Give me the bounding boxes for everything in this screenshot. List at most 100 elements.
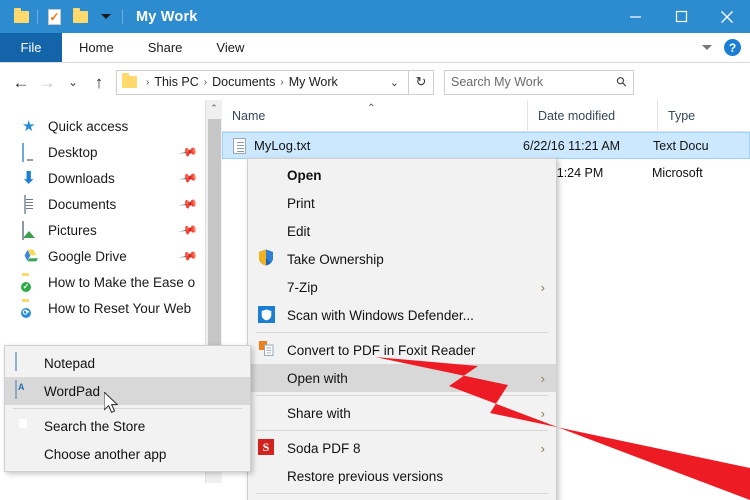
star-icon: ★: [22, 118, 39, 135]
file-type-cell: Text Docu: [653, 139, 748, 153]
submenu-item-choose-another-app[interactable]: Choose another app: [5, 440, 250, 468]
folder-sync-icon: ⟳: [22, 300, 39, 317]
no-icon: [258, 221, 278, 241]
table-row[interactable]: MyLog.txt 6/22/16 11:21 AM Text Docu: [222, 132, 750, 159]
close-icon[interactable]: [704, 0, 750, 33]
context-menu-item-soda-pdf-8[interactable]: S Soda PDF 8 ›: [248, 434, 556, 462]
notepad-icon: [15, 353, 35, 373]
no-icon: [258, 277, 278, 297]
submenu-label: Notepad: [44, 356, 95, 371]
quick-access-toolbar: [0, 0, 126, 33]
tab-view[interactable]: View: [199, 33, 261, 62]
ribbon-tabs: File Home Share View ?: [0, 33, 750, 63]
properties-icon[interactable]: [41, 4, 67, 30]
context-menu-item-restore-previous-versions[interactable]: Restore previous versions: [248, 462, 556, 490]
toolbar-divider: [122, 10, 123, 24]
window-title: My Work: [136, 9, 198, 25]
context-menu-label: Print: [287, 196, 315, 211]
breadcrumb-this-pc[interactable]: This PC: [154, 75, 198, 89]
maximize-icon[interactable]: [658, 0, 704, 33]
tab-file[interactable]: File: [0, 33, 62, 62]
minimize-icon[interactable]: [612, 0, 658, 33]
customize-caret-icon[interactable]: [93, 4, 119, 30]
mouse-cursor-icon: [104, 392, 121, 421]
context-menu-item-7-zip[interactable]: 7-Zip ›: [248, 273, 556, 301]
file-name-cell[interactable]: MyLog.txt: [223, 138, 523, 154]
desktop-icon: [22, 144, 39, 161]
sidebar-item-label: Documents: [48, 197, 116, 212]
sidebar-item-label: Downloads: [48, 171, 115, 186]
pictures-icon: [22, 222, 39, 239]
context-menu-item-convert-pdf-foxit[interactable]: Convert to PDF in Foxit Reader: [248, 336, 556, 364]
sidebar-item-downloads[interactable]: ⬇ Downloads 📌: [0, 165, 222, 191]
submenu-item-search-the-store[interactable]: Search the Store: [5, 412, 250, 440]
file-date-cell: 6/22/16 11:21 AM: [523, 139, 653, 153]
pin-icon[interactable]: 📌: [178, 220, 198, 240]
context-menu-item-print[interactable]: Print: [248, 189, 556, 217]
forward-button[interactable]: →: [34, 69, 60, 95]
scroll-up-icon[interactable]: ⌃: [206, 100, 222, 117]
toolbar-divider: [37, 10, 38, 24]
breadcrumb-my-work[interactable]: My Work: [289, 75, 338, 89]
context-menu-label: Share with: [287, 406, 351, 421]
sidebar-item-google-drive[interactable]: Google Drive 📌: [0, 243, 222, 269]
sidebar-item-label: Desktop: [48, 145, 98, 160]
sidebar-item-label: How to Make the Ease o: [48, 275, 195, 290]
context-menu-label: 7-Zip: [287, 280, 318, 295]
help-icon[interactable]: ?: [724, 39, 741, 56]
pin-icon[interactable]: 📌: [178, 142, 198, 162]
uac-shield-icon: [258, 249, 278, 269]
up-icon: ↑: [95, 74, 104, 91]
context-menu: Open Print Edit Take Ownership: [247, 158, 557, 500]
pin-icon[interactable]: 📌: [178, 246, 198, 266]
submenu-label: WordPad: [44, 384, 100, 399]
sidebar-item-desktop[interactable]: Desktop 📌: [0, 139, 222, 165]
tab-share[interactable]: Share: [131, 33, 200, 62]
window-controls: [612, 0, 750, 33]
submenu-item-wordpad[interactable]: WordPad: [5, 377, 250, 405]
submenu-item-notepad[interactable]: Notepad: [5, 349, 250, 377]
column-header-date-modified[interactable]: Date modified: [527, 100, 657, 131]
recent-locations-button[interactable]: ⌄: [60, 69, 86, 95]
context-menu-item-edit[interactable]: Edit: [248, 217, 556, 245]
up-button[interactable]: ↑: [86, 69, 112, 95]
folder-icon[interactable]: [67, 4, 93, 30]
context-menu-item-open[interactable]: Open: [248, 161, 556, 189]
folder-icon: [122, 76, 137, 88]
menu-divider: [256, 332, 548, 333]
breadcrumb[interactable]: › This PC › Documents › My Work ⌄: [116, 70, 409, 95]
sidebar-item-how-to-make-ease[interactable]: ✓ How to Make the Ease o: [0, 269, 222, 295]
submenu-label: Choose another app: [44, 447, 166, 462]
title-bar: My Work: [0, 0, 750, 33]
back-button[interactable]: ←: [8, 69, 34, 95]
folder-icon[interactable]: [8, 4, 34, 30]
context-menu-item-take-ownership[interactable]: Take Ownership: [248, 245, 556, 273]
search-input[interactable]: [451, 75, 617, 89]
context-menu-label: Convert to PDF in Foxit Reader: [287, 343, 475, 358]
search-box[interactable]: ⚲: [444, 70, 634, 95]
column-header-name[interactable]: Name ⌃: [222, 100, 527, 131]
context-menu-label: Open with: [287, 371, 348, 386]
sidebar-item-quick-access[interactable]: ★ Quick access: [0, 113, 222, 139]
chevron-down-icon[interactable]: [702, 45, 712, 50]
sidebar-item-pictures[interactable]: Pictures 📌: [0, 217, 222, 243]
sidebar-item-documents[interactable]: Documents 📌: [0, 191, 222, 217]
pin-icon[interactable]: 📌: [178, 168, 198, 188]
foxit-reader-icon: [258, 340, 278, 360]
column-header-type[interactable]: Type: [657, 100, 750, 131]
refresh-icon[interactable]: ↻: [409, 70, 434, 95]
windows-store-icon: [15, 416, 35, 436]
context-menu-item-scan-defender[interactable]: Scan with Windows Defender...: [248, 301, 556, 329]
sidebar-item-how-to-reset-web[interactable]: ⟳ How to Reset Your Web: [0, 295, 222, 321]
no-icon: [258, 165, 278, 185]
chevron-right-icon: ›: [541, 280, 545, 295]
text-file-icon: [233, 138, 246, 154]
file-name-label: MyLog.txt: [254, 138, 310, 153]
context-menu-item-open-with[interactable]: Open with ›: [248, 364, 556, 392]
pin-icon[interactable]: 📌: [178, 194, 198, 214]
tab-home[interactable]: Home: [62, 33, 131, 62]
sidebar-item-label: How to Reset Your Web: [48, 301, 191, 316]
context-menu-item-share-with[interactable]: Share with ›: [248, 399, 556, 427]
chevron-down-icon[interactable]: ⌄: [386, 76, 403, 89]
breadcrumb-documents[interactable]: Documents: [212, 75, 275, 89]
